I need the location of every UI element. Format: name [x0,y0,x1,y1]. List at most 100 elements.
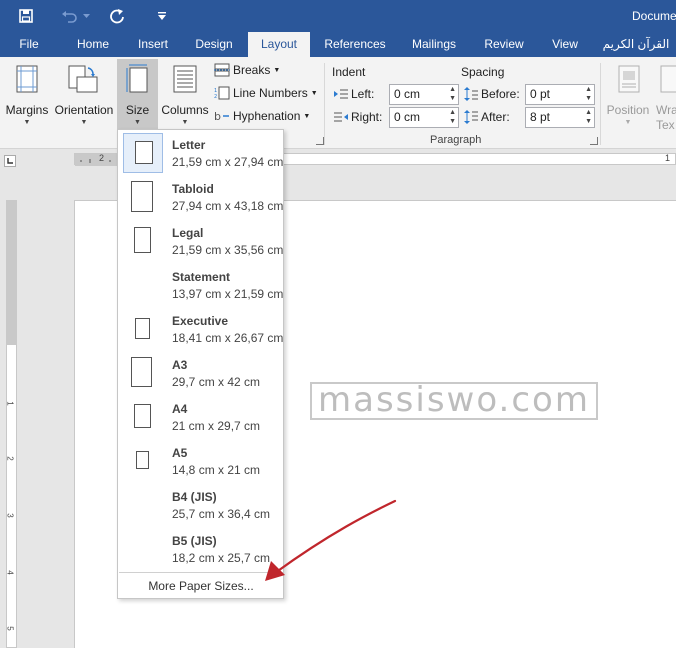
size-item-letter[interactable]: Letter 21,59 cm x 27,94 cm [119,131,283,175]
save-icon[interactable] [16,6,36,26]
size-item-name: Tabloid [172,182,214,196]
size-item-name: A3 [172,358,188,372]
tab-insert[interactable]: Insert [130,32,176,57]
ruler-v-tick-label: 4 [5,570,15,575]
line-numbers-icon: 12 [214,86,230,100]
spin-arrows-icon[interactable]: ▲ ▼ [585,85,592,103]
margins-button[interactable]: Margins ▼ [4,61,50,129]
wrap-text-button[interactable]: Wra Tex [656,61,676,129]
tab-quran[interactable]: القرآن الكريم [598,32,674,57]
legal-page-icon [123,221,163,261]
size-item-tabloid[interactable]: Tabloid 27,94 cm x 43,18 cm [119,175,283,219]
orientation-label: Orientation [54,103,114,117]
size-item-name: B4 (JIS) [172,490,217,504]
orientation-button[interactable]: Orientation ▼ [52,61,116,129]
watermark: massiswo.com [310,382,598,420]
size-button[interactable]: Size ▼ [117,59,158,131]
indent-right-label-group: Right: [334,110,382,124]
chevron-down-icon: ▼ [23,119,31,126]
chevron-down-icon: ▼ [181,119,189,126]
tab-file[interactable]: File [10,32,48,57]
indent-heading: Indent [332,65,366,79]
spacing-after-icon [464,110,478,124]
wrap-text-label-line2: Tex [656,118,675,129]
tab-view[interactable]: View [544,32,586,57]
title-bar: Docume [0,0,676,32]
spacing-before-icon [464,87,478,101]
size-item-executive[interactable]: Executive 18,41 cm x 26,67 cm [119,307,283,351]
size-item-name: A4 [172,402,188,416]
b5-jis-page-icon [123,529,163,569]
tab-review[interactable]: Review [478,32,530,57]
tab-mailings[interactable]: Mailings [404,32,464,57]
tab-design[interactable]: Design [189,32,239,57]
spacing-before-input[interactable]: 0 pt ▲ ▼ [525,84,595,105]
page-setup-launcher-icon[interactable] [316,137,324,145]
columns-button[interactable]: Columns ▼ [160,61,210,129]
tab-layout[interactable]: Layout [248,32,310,57]
indent-left-icon [334,88,348,100]
size-item-name: A5 [172,446,188,460]
hyphenation-button[interactable]: b Hyphenation ▼ [214,109,310,123]
ribbon-tabs: File Home Insert Design Layout Reference… [0,32,676,57]
size-item-name: Legal [172,226,204,240]
indent-left-label: Left: [351,87,375,101]
spacing-before-label-group: Before: [464,87,520,101]
paragraph-group-label: Paragraph [430,134,482,146]
breaks-button[interactable]: Breaks ▼ [214,63,280,77]
spin-arrows-icon[interactable]: ▲ ▼ [449,85,456,103]
position-button[interactable]: Position ▼ [604,61,652,129]
chevron-down-icon: ▼ [134,119,141,126]
spin-arrows-icon[interactable]: ▲ ▼ [449,108,456,126]
ruler-h-tick-label: 2 [99,153,105,163]
size-item-a3[interactable]: A3 29,7 cm x 42 cm [119,351,283,395]
b4-jis-page-icon [123,485,163,525]
size-item-dims: 13,97 cm x 21,59 cm [172,287,284,301]
spacing-after-label-group: After: [464,110,510,124]
spacing-heading: Spacing [461,65,505,79]
hyphenation-icon: b [214,109,230,123]
executive-page-icon [123,309,163,349]
tabloid-page-icon [123,177,163,217]
tab-selector-icon[interactable] [4,155,16,167]
spacing-after-input[interactable]: 8 pt ▲ ▼ [525,107,595,128]
spin-arrows-icon[interactable]: ▲ ▼ [585,108,592,126]
wrap-text-icon [660,65,676,93]
size-item-name: Letter [172,138,206,152]
ruler-v-tick-label: 5 [5,626,15,631]
size-item-dims: 21,59 cm x 27,94 cm [172,155,284,169]
tab-references[interactable]: References [320,32,390,57]
ruler-v-tick-label: 3 [5,513,15,518]
group-separator [600,63,601,145]
undo-dropdown-icon[interactable] [81,6,91,26]
a5-page-icon [123,441,163,481]
tab-home[interactable]: Home [70,32,116,57]
customize-quick-access-icon[interactable] [152,6,172,26]
indent-left-input[interactable]: 0 cm ▲ ▼ [389,84,459,105]
ruler-v-tick-label: 2 [5,456,15,461]
svg-text:b: b [214,110,221,123]
chevron-down-icon: ▼ [310,89,318,97]
size-item-legal[interactable]: Legal 21,59 cm x 35,56 cm [119,219,283,263]
size-item-name: Statement [172,270,231,284]
group-separator [324,63,325,145]
breaks-icon [214,63,230,77]
wrap-text-label: Wra [656,103,676,117]
vertical-ruler-margin [6,200,17,345]
indent-right-input[interactable]: 0 cm ▲ ▼ [389,107,459,128]
chevron-down-icon: ▼ [80,119,88,126]
size-item-a4[interactable]: A4 21 cm x 29,7 cm [119,395,283,439]
indent-right-value: 0 cm [394,110,421,124]
size-item-dims: 21 cm x 29,7 cm [172,419,261,433]
size-item-statement[interactable]: Statement 13,97 cm x 21,59 cm [119,263,283,307]
size-item-dims: 29,7 cm x 42 cm [172,375,261,389]
size-item-a5[interactable]: A5 14,8 cm x 21 cm [119,439,283,483]
paragraph-launcher-icon[interactable] [590,137,598,145]
redo-icon[interactable] [107,6,127,26]
size-item-name: B5 (JIS) [172,534,217,548]
chevron-down-icon: ▼ [624,119,632,126]
margins-label: Margins [5,103,49,117]
line-numbers-button[interactable]: 12 Line Numbers ▼ [214,86,318,100]
svg-text:2: 2 [214,94,217,100]
undo-icon[interactable] [60,6,80,26]
